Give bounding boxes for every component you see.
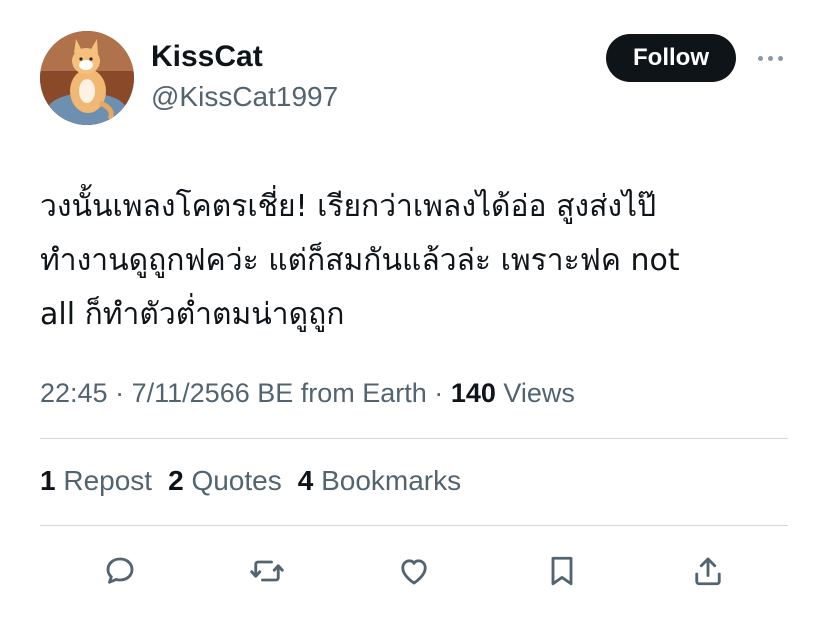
like-icon [401, 559, 427, 585]
divider [40, 525, 788, 526]
quotes-label: Quotes [191, 465, 282, 496]
reposts-count: 1 [40, 465, 56, 496]
action-bar [96, 551, 736, 591]
avatar[interactable] [40, 31, 134, 125]
user-handle[interactable]: @KissCat1997 [151, 81, 338, 113]
tweet-text-line: all ก็ทำตัวต่ำตมน่าดูถูก [40, 297, 345, 332]
bookmark-button[interactable] [542, 551, 582, 591]
tweet-time[interactable]: 22:45 [40, 378, 108, 408]
share-button[interactable] [688, 551, 728, 591]
tweet-date[interactable]: 7/11/2566 BE from Earth [132, 378, 427, 408]
tweet-text-line: ทำงานดูถูกฟคว่ะ แต่ก็สมกันแล้วล่ะ เพราะฟ… [40, 243, 680, 278]
tweet-meta: 22:45 · 7/11/2566 BE from Earth · 140 Vi… [40, 378, 575, 409]
more-dots-icon [757, 55, 763, 61]
display-name[interactable]: KissCat [151, 40, 263, 74]
tweet-text-line: วงนั้นเพลงโคตรเชี่ย! เรียกว่าเพลงได้อ่อ … [40, 189, 657, 224]
cat-avatar [40, 31, 134, 125]
meta-separator: · [434, 378, 444, 408]
bookmarks-count: 4 [297, 465, 314, 496]
views-count[interactable]: 140 [451, 378, 496, 408]
quotes-stat[interactable]: 2 Quotes [168, 465, 282, 497]
reposts-stat[interactable]: 1 Repost [40, 465, 152, 497]
divider [40, 438, 788, 439]
bookmarks-label: Bookmarks [321, 465, 462, 496]
views-label[interactable]: Views [503, 378, 575, 408]
tweet-stats: 1 Repost 2 Quotes 4 Bookmarks [40, 465, 461, 497]
more-dots-icon [767, 55, 773, 61]
tweet-text: วงนั้นเพลงโคตรเชี่ย! เรียกว่าเพลงได้อ่อ … [40, 180, 800, 342]
meta-separator: · [115, 378, 125, 408]
bookmarks-stat[interactable]: 4 Bookmarks [298, 465, 461, 497]
repost-button[interactable] [247, 551, 287, 591]
reposts-label: Repost [63, 465, 153, 496]
follow-button[interactable]: Follow [606, 34, 736, 82]
like-button[interactable] [394, 551, 434, 591]
reply-icon [106, 557, 134, 584]
repost-icon [250, 560, 284, 582]
quotes-count: 2 [168, 465, 184, 496]
reply-button[interactable] [100, 551, 140, 591]
bookmark-icon [551, 556, 573, 586]
share-icon [695, 557, 721, 586]
more-dots-icon [777, 55, 783, 61]
more-options-button[interactable] [752, 46, 788, 70]
